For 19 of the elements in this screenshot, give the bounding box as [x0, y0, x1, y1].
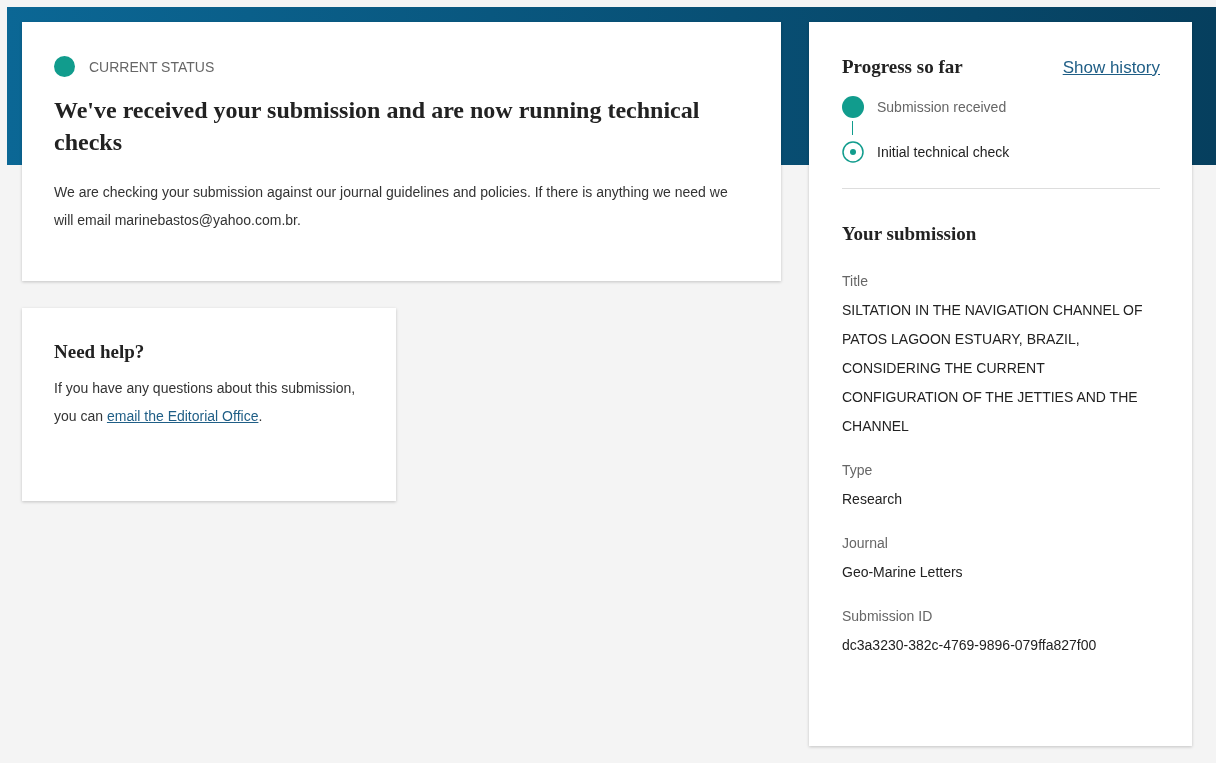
help-text: If you have any questions about this submission, you can email the Editorial Office.: [54, 379, 357, 426]
field-label: Journal: [842, 534, 889, 553]
field-label: Submission ID: [842, 607, 934, 626]
field-value: Geo-Marine Letters: [842, 563, 964, 582]
field-value: Research: [842, 490, 903, 509]
status-heading: We've received your submission and are now running technical checks: [54, 96, 701, 157]
field-label: Title: [842, 272, 869, 291]
step-label: Submission received: [877, 99, 1007, 115]
progress-heading: Progress so far: [842, 56, 963, 78]
field-value: dc3a3230-382c-4769-9896-079ffa827f00: [842, 636, 1098, 655]
field-value: SILTATION IN THE NAVIGATION CHANNEL OF PATOS LAGOON ESTUARY, BRAZIL, CONSIDERING THE CURRENT CONFIGURATION OF THE JETTIES AND THE CHANNEL: [842, 301, 1144, 436]
show-history-link[interactable]: Show history: [1062, 58, 1160, 78]
help-heading: Need help?: [54, 341, 146, 363]
step-label: Initial technical check: [877, 144, 1010, 160]
status-dot-icon: [54, 56, 75, 77]
field-label: Type: [842, 461, 874, 480]
submission-heading: Your submission: [842, 223, 978, 245]
status-label: CURRENT STATUS: [89, 58, 215, 75]
status-message: We are checking your submission against our journal guidelines and policies. If there is anything we need we will email marinebastos@yahoo.com.br.: [54, 183, 729, 230]
